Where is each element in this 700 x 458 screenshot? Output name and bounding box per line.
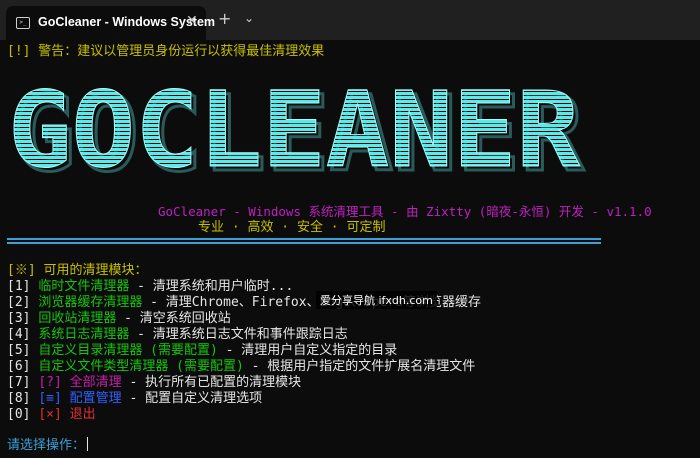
menu-item-number: [6] [7,359,31,374]
menu-item-number: [5] [7,343,31,358]
menu-item-name: [×] 退出 [38,407,96,422]
app-tagline: 专业 · 高效 · 安全 · 可定制 [198,220,386,235]
menu-header-marker: [※] [7,263,36,278]
input-prompt[interactable]: 请选择操作： [7,437,89,454]
menu-item-number: [4] [7,327,31,342]
menu-item-desc: - 清理用户自定义指定的目录 [217,343,398,358]
menu-item-name: [?] 全部清理 [38,375,122,390]
menu-item-0: [0] [×] 退出 [7,407,96,423]
terminal-tab[interactable]: >_ GoCleaner - Windows System ✕ [6,6,215,40]
menu-item-name: [≡] 配置管理 [38,391,122,406]
title-bar: >_ GoCleaner - Windows System ✕ + ⌄ [0,0,700,40]
menu-header: [※] 可用的清理模块： [7,263,147,279]
admin-warning: [!] 警告：建议以管理员身份运行以获得最佳清理效果 [7,44,325,59]
divider-bottom [7,242,601,244]
divider-top [7,238,601,240]
menu-item-number: [7] [7,375,31,390]
menu-item-number: [8] [7,391,31,406]
site-watermark: 爱分享导航 ifxdh.com [316,291,437,309]
prompt-label: 请选择操作： [7,438,86,453]
menu-item-desc: - 执行所有已配置的清理模块 [121,375,302,390]
gocleaner-ascii-logo: GOCLEANER GOCLEANER [8,84,586,174]
menu-item-name: 临时文件清理器 [38,279,130,294]
menu-item-name: 自定义目录清理器 (需要配置) [38,343,218,358]
new-tab-button[interactable]: + [218,9,231,28]
menu-item-desc: - 根据用户指定的文件扩展名清理文件 [243,359,476,374]
menu-item-6: [6] 自定义文件类型清理器 (需要配置) - 根据用户指定的文件扩展名清理文件 [7,359,475,375]
menu-item-7: [7] [?] 全部清理 - 执行所有已配置的清理模块 [7,375,301,391]
menu-item-desc: - 配置自定义清理选项 [121,391,263,406]
menu-item-name: 浏览器缓存清理器 [38,295,143,310]
menu-item-number: [0] [7,407,31,422]
terminal-icon: >_ [16,17,30,29]
menu-item-number: [3] [7,311,31,326]
menu-item-5: [5] 自定义目录清理器 (需要配置) - 清理用户自定义指定的目录 [7,343,397,359]
menu-item-name: 回收站清理器 [38,311,117,326]
logo-text: GOCLEANER [8,84,580,174]
tab-dropdown-icon[interactable]: ⌄ [244,11,254,25]
text-cursor [87,437,89,451]
menu-item-desc: - 清空系统回收站 [116,311,231,326]
menu-item-name: 系统日志清理器 [38,327,130,342]
menu-item-3: [3] 回收站清理器 - 清空系统回收站 [7,311,231,327]
menu-item-name: 自定义文件类型清理器 (需要配置) [38,359,244,374]
menu-item-number: [1] [7,279,31,294]
menu-item-number: [2] [7,295,31,310]
menu-item-desc: - 清理系统和用户临时... [129,279,294,294]
close-tab-icon[interactable]: ✕ [186,13,198,29]
menu-item-1: [1] 临时文件清理器 - 清理系统和用户临时... [7,279,293,295]
menu-header-text: 可用的清理模块： [35,263,148,278]
menu-item-4: [4] 系统日志清理器 - 清理系统日志文件和事件跟踪日志 [7,327,348,343]
terminal-output[interactable]: [!] 警告：建议以管理员身份运行以获得最佳清理效果 GOCLEANER GOC… [0,40,700,458]
menu-item-desc: - 清理系统日志文件和事件跟踪日志 [129,327,348,342]
menu-item-8: [8] [≡] 配置管理 - 配置自定义清理选项 [7,391,262,407]
